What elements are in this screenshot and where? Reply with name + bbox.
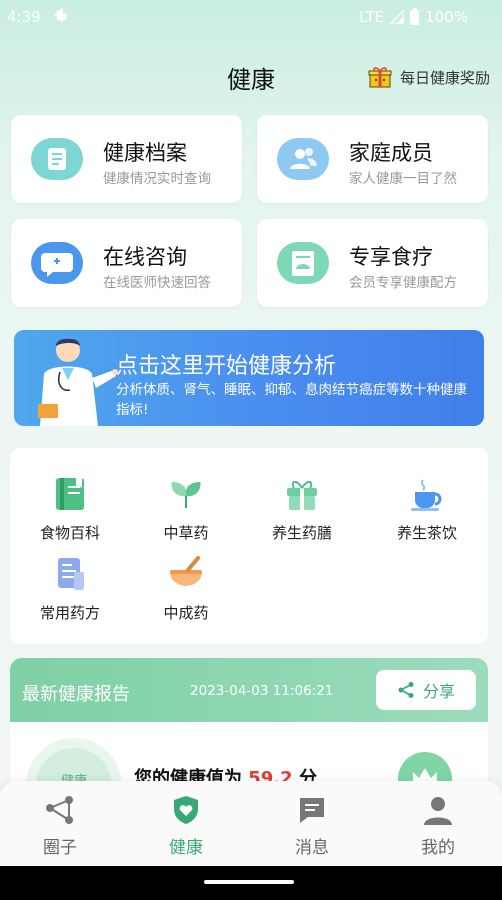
nav-label: 圈子 bbox=[43, 838, 77, 858]
nav-item-messages[interactable]: 消息 bbox=[262, 795, 362, 858]
battery-icon bbox=[410, 7, 420, 25]
doctor-illustration bbox=[38, 338, 118, 426]
health-shield-icon bbox=[174, 796, 198, 824]
status-bar: 4:39 LTE 100% bbox=[0, 0, 502, 34]
card-subtitle: 会员专享健康配方 bbox=[349, 275, 457, 291]
category-medicinal-diet[interactable]: 养生药膳 bbox=[252, 474, 352, 543]
banner-description: 分析体质、肾气、睡眠、抑郁、息肉结节癌症等数十种健康指标! bbox=[116, 382, 467, 418]
diet-therapy-icon bbox=[277, 242, 329, 284]
nav-item-health[interactable]: 健康 bbox=[136, 795, 236, 858]
gesture-bar bbox=[0, 866, 502, 900]
category-food-encyclopedia[interactable]: 食物百科 bbox=[20, 474, 120, 543]
share-button[interactable]: 分享 bbox=[376, 670, 476, 710]
nav-item-profile[interactable]: 我的 bbox=[388, 795, 488, 858]
nav-label: 我的 bbox=[421, 838, 455, 858]
report-title: 最新健康报告 bbox=[22, 684, 130, 705]
banner-title: 点击这里开始健康分析 bbox=[116, 354, 337, 379]
category-label: 养生药膳 bbox=[271, 524, 332, 542]
category-label: 养生茶饮 bbox=[396, 524, 457, 542]
card-family-members[interactable]: 家庭成员 家人健康一目了然 bbox=[257, 115, 488, 203]
network-label: LTE bbox=[359, 8, 385, 26]
card-title: 在线咨询 bbox=[103, 245, 187, 269]
tea-cup-icon bbox=[411, 479, 442, 511]
card-title: 健康档案 bbox=[103, 141, 187, 165]
category-label: 常用药方 bbox=[39, 604, 100, 622]
health-analysis-banner[interactable]: 点击这里开始健康分析 分析体质、肾气、睡眠、抑郁、息肉结节癌症等数十种健康指标! bbox=[14, 330, 484, 426]
circle-share-icon bbox=[46, 796, 73, 824]
reward-label: 每日健康奖励 bbox=[399, 68, 490, 87]
status-time: 4:39 bbox=[7, 8, 41, 26]
share-label: 分享 bbox=[422, 682, 455, 701]
home-gesture-handle[interactable] bbox=[204, 880, 294, 884]
category-label: 中草药 bbox=[163, 524, 209, 542]
report-header: 最新健康报告 2023-04-03 11:06:21 分享 bbox=[10, 658, 488, 722]
battery-label: 100% bbox=[425, 8, 468, 26]
food-book-icon bbox=[56, 478, 84, 510]
gift-box-icon bbox=[287, 481, 317, 510]
share-icon bbox=[398, 682, 414, 698]
gift-icon bbox=[368, 67, 392, 88]
report-timestamp: 2023-04-03 11:06:21 bbox=[190, 683, 334, 699]
family-members-icon bbox=[277, 138, 329, 180]
prescription-icon bbox=[58, 558, 84, 590]
card-health-record[interactable]: 健康档案 健康情况实时查询 bbox=[11, 115, 242, 203]
health-record-icon bbox=[31, 138, 83, 180]
card-title: 专享食疗 bbox=[349, 245, 433, 269]
card-subtitle: 家人健康一目了然 bbox=[349, 171, 457, 187]
mortar-icon bbox=[170, 556, 202, 586]
signal-icon bbox=[390, 10, 405, 24]
online-consult-icon bbox=[31, 242, 83, 284]
bottom-nav: 圈子 健康 消息 我的 bbox=[0, 781, 502, 866]
card-subtitle: 健康情况实时查询 bbox=[103, 171, 211, 187]
category-tea[interactable]: 养生茶饮 bbox=[377, 474, 477, 543]
profile-icon bbox=[424, 797, 452, 825]
category-label: 食物百科 bbox=[39, 524, 100, 542]
status-indicators: LTE 100% bbox=[359, 7, 468, 26]
card-subtitle: 在线医师快速回答 bbox=[103, 275, 211, 291]
daily-reward-button[interactable]: 每日健康奖励 bbox=[368, 66, 490, 88]
category-patent-medicine[interactable]: 中成药 bbox=[136, 554, 236, 623]
nav-label: 消息 bbox=[295, 838, 329, 858]
category-panel: 食物百科 中草药 养生药膳 养生茶饮 常用药方 中成药 bbox=[10, 448, 488, 644]
herb-leaf-icon bbox=[171, 482, 201, 509]
card-online-consult[interactable]: 在线咨询 在线医师快速回答 bbox=[11, 219, 242, 307]
category-prescriptions[interactable]: 常用药方 bbox=[20, 554, 120, 623]
category-herbs[interactable]: 中草药 bbox=[136, 474, 236, 543]
nav-item-circle[interactable]: 圈子 bbox=[10, 795, 110, 858]
card-title: 家庭成员 bbox=[349, 141, 433, 165]
card-diet-therapy[interactable]: 专享食疗 会员专享健康配方 bbox=[257, 219, 488, 307]
gear-icon bbox=[55, 8, 69, 22]
nav-label: 健康 bbox=[169, 838, 203, 858]
message-icon bbox=[300, 798, 324, 823]
category-label: 中成药 bbox=[163, 604, 209, 622]
